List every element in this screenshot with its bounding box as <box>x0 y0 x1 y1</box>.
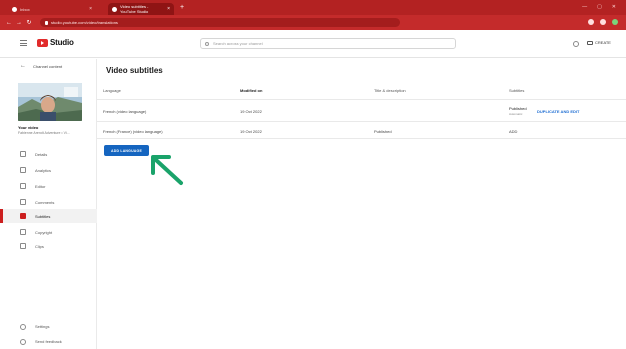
new-tab-icon[interactable]: + <box>180 3 184 13</box>
feedback-icon <box>20 338 26 345</box>
browser-tab-inbox[interactable]: Inbox × <box>8 3 96 15</box>
logo-text: Studio <box>50 38 74 47</box>
add-language-button[interactable]: ADD LANGUAGE <box>104 145 149 156</box>
sidebar-item-details[interactable]: Details <box>0 147 97 161</box>
scissors-icon <box>20 243 26 249</box>
back-to-content-link[interactable]: ← Channel content <box>20 63 62 69</box>
annotation-arrow-icon <box>151 155 183 185</box>
copyright-icon <box>20 229 26 235</box>
minimize-icon[interactable]: — <box>582 4 587 10</box>
sidebar-item-comments[interactable]: Comments <box>0 195 97 209</box>
title-desc-cell: Published <box>374 129 392 134</box>
modified-cell: 19 Oct 2022 <box>240 129 262 134</box>
sidebar-item-editor[interactable]: Editor <box>0 179 97 193</box>
tab-favicon-icon <box>12 6 17 12</box>
video-title: Your video <box>18 125 39 130</box>
language-cell: French (France) (video language) <box>103 129 163 134</box>
browser-extensions <box>588 19 618 25</box>
film-icon <box>20 183 26 189</box>
search-icon <box>205 41 209 46</box>
subtitles-status-sub: Automatic <box>509 112 523 116</box>
youtube-play-icon <box>37 38 48 47</box>
window-controls: — ▢ ✕ <box>582 4 616 10</box>
back-arrow-icon[interactable]: ← <box>6 20 12 26</box>
search-input[interactable]: Search across your channel <box>200 38 456 49</box>
sidebar-item-label: Settings <box>35 324 50 329</box>
video-subtitle: Fabienne Arendt Adventure • Vi... <box>18 131 70 135</box>
url-field[interactable]: studio.youtube.com/video/translations <box>40 18 400 27</box>
page-title: Video subtitles <box>106 66 163 75</box>
video-thumbnail[interactable] <box>18 83 82 121</box>
back-label: Channel content <box>33 63 63 69</box>
sidebar-item-analytics[interactable]: Analytics <box>0 163 97 177</box>
create-button[interactable]: CREATE <box>587 40 611 45</box>
menu-icon[interactable] <box>20 40 27 46</box>
subtitles-status: Published Automatic <box>509 106 527 116</box>
sidebar-item-label: Comments <box>35 199 55 205</box>
studio-header: Studio Search across your channel CREATE <box>0 30 626 58</box>
pencil-icon <box>20 151 26 157</box>
duplicate-and-edit-link[interactable]: DUPLICATE AND EDIT <box>537 109 579 114</box>
subtitles-add-link[interactable]: ADD <box>509 129 517 134</box>
column-header-title[interactable]: Title & description <box>374 88 406 93</box>
browser-address-bar: ← → ↻ studio.youtube.com/video/translati… <box>0 15 626 30</box>
star-icon[interactable] <box>600 19 606 25</box>
table-row[interactable]: French (video language) 19 Oct 2022 Publ… <box>97 100 626 122</box>
close-window-icon[interactable]: ✕ <box>612 4 616 10</box>
sidebar-item-feedback[interactable]: Send feedback <box>0 335 97 348</box>
close-tab-icon[interactable]: × <box>167 6 170 12</box>
sidebar: ← Channel content Your video Fabienne Ar… <box>0 59 97 349</box>
sidebar-item-copyright[interactable]: Copyright <box>0 225 97 239</box>
column-header-subtitles[interactable]: Subtitles <box>509 88 524 93</box>
video-camera-icon <box>587 40 593 45</box>
thumbnail-image <box>18 83 82 121</box>
back-arrow-icon: ← <box>20 63 26 69</box>
close-tab-icon[interactable]: × <box>89 6 92 12</box>
tab-label: Inbox <box>20 6 30 12</box>
share-icon[interactable] <box>588 19 594 25</box>
sidebar-item-label: Details <box>35 151 48 157</box>
sidebar-item-clips[interactable]: Clips <box>0 239 97 253</box>
reload-icon[interactable]: ↻ <box>26 19 32 26</box>
language-cell: French (video language) <box>103 109 147 114</box>
subtitles-icon <box>20 213 26 219</box>
subtitles-status-label: Published <box>509 106 527 111</box>
browser-tab-studio[interactable]: Video subtitles - YouTube Studio × <box>108 3 174 15</box>
url-text: studio.youtube.com/video/translations <box>51 20 118 25</box>
sidebar-item-settings[interactable]: Settings <box>0 320 97 333</box>
sidebar-item-label: Subtitles <box>35 213 51 219</box>
sidebar-item-label: Analytics <box>35 167 52 173</box>
tab-label: Video subtitles - YouTube Studio <box>120 4 149 14</box>
sidebar-item-label: Send feedback <box>35 339 62 344</box>
column-header-modified[interactable]: Modified on <box>240 88 262 93</box>
sidebar-item-label: Clips <box>35 243 44 249</box>
maximize-icon[interactable]: ▢ <box>597 4 602 10</box>
create-label: CREATE <box>595 40 611 45</box>
browser-tab-bar: Inbox × Video subtitles - YouTube Studio… <box>0 0 626 15</box>
comment-icon <box>20 199 26 205</box>
table-header-row: Language Modified on Title & description… <box>97 80 626 100</box>
tab-favicon-icon <box>112 6 117 12</box>
sidebar-item-label: Copyright <box>35 229 53 235</box>
table-row[interactable]: French (France) (video language) 19 Oct … <box>97 122 626 139</box>
gear-icon <box>20 323 26 330</box>
search-placeholder: Search across your channel <box>213 41 263 46</box>
analytics-icon <box>20 167 26 173</box>
help-icon[interactable] <box>573 41 579 47</box>
studio-logo[interactable]: Studio <box>37 38 74 47</box>
modified-cell: 19 Oct 2022 <box>240 109 262 114</box>
sidebar-item-label: Editor <box>35 183 46 189</box>
lock-icon <box>45 20 48 25</box>
column-header-language[interactable]: Language <box>103 88 121 93</box>
extension-icon[interactable] <box>612 19 618 25</box>
sidebar-item-subtitles[interactable]: Subtitles <box>0 209 97 223</box>
forward-arrow-icon[interactable]: → <box>16 20 22 26</box>
